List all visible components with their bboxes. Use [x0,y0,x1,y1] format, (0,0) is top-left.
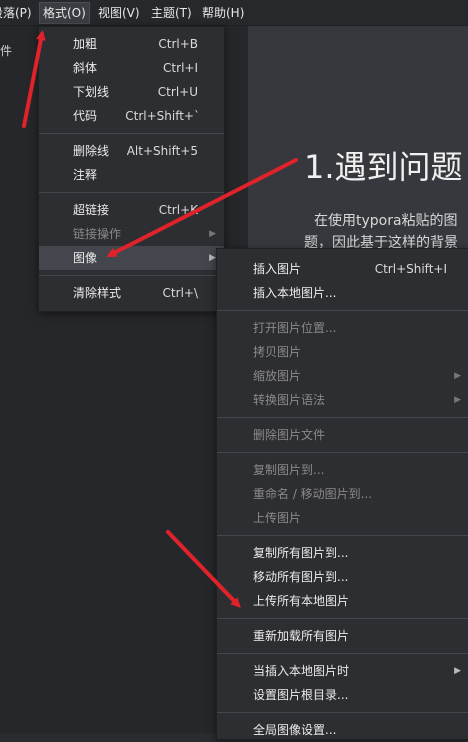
menu-item-delete-image-file[interactable]: 删除图片文件 [217,423,468,447]
menu-item-global-image-settings[interactable]: 全局图像设置... [217,718,468,742]
menu-item-label: 复制所有图片到... [253,546,349,560]
menu-item-insert-local-image[interactable]: 插入本地图片... [217,281,468,305]
menu-item-label: 图像 [73,251,98,265]
menu-paragraph[interactable]: 段落(P) [0,3,35,23]
document-heading: 1.遇到问题 [304,148,463,186]
menu-separator [217,452,468,453]
image-submenu: 插入图片 Ctrl+Shift+I 插入本地图片... 打开图片位置... 拷贝… [216,248,468,740]
menu-item-copy-all-images[interactable]: 复制所有图片到... [217,541,468,565]
menu-item-label: 注释 [73,168,98,182]
menu-item-label: 超链接 [73,203,110,217]
menu-item-shortcut: Ctrl+U [157,85,198,99]
menu-theme[interactable]: 主题(T) [148,3,195,23]
menu-item-label: 重新加载所有图片 [253,629,350,643]
menu-item-set-image-root[interactable]: 设置图片根目录... [217,683,468,707]
menu-item-label: 拷贝图片 [253,345,302,359]
menu-item-copy-image[interactable]: 拷贝图片 [217,340,468,364]
menu-item-label: 当插入本地图片时 [253,664,350,678]
menu-item-label: 缩放图片 [253,369,302,383]
menu-item-label: 上传图片 [253,511,302,525]
menu-item-open-image-location[interactable]: 打开图片位置... [217,316,468,340]
menu-item-label: 全局图像设置... [253,723,337,737]
menu-item-label: 上传所有本地图片 [253,594,350,608]
menu-item-reload-all-images[interactable]: 重新加载所有图片 [217,624,468,648]
menu-item-label: 链接操作 [73,227,122,241]
chevron-right-icon: ▶ [209,253,216,263]
menu-bar: 段落(P) 格式(O) 视图(V) 主题(T) 帮助(H) [0,0,468,26]
paragraph-line-1: 在使用typora粘贴的图 [314,213,458,229]
menu-item-convert-image-syntax[interactable]: 转换图片语法 ▶ [217,388,468,412]
menu-separator [217,618,468,619]
menu-help[interactable]: 帮助(H) [199,3,247,23]
menu-item-label: 删除图片文件 [253,428,326,442]
menu-separator [217,417,468,418]
menu-separator [217,310,468,311]
menu-item-label: 移动所有图片到... [253,570,349,584]
menu-item-comment[interactable]: 注释 [39,163,224,187]
menu-separator [39,133,224,134]
menu-item-code[interactable]: 代码 Ctrl+Shift+` [39,104,224,128]
menu-item-link-actions[interactable]: 链接操作 ▶ [39,222,224,246]
menu-item-hyperlink[interactable]: 超链接 Ctrl+K [39,198,224,222]
menu-separator [217,653,468,654]
menu-item-shortcut: Ctrl+Shift+I [374,262,447,276]
menu-item-label: 下划线 [73,85,110,99]
menu-item-rename-move-image[interactable]: 重命名 / 移动图片到... [217,482,468,506]
menu-item-shortcut: Ctrl+K [158,203,198,217]
menu-item-bold[interactable]: 加粗 Ctrl+B [39,32,224,56]
menu-item-upload-all-local-images[interactable]: 上传所有本地图片 [217,589,468,613]
menu-item-label: 设置图片根目录... [253,688,349,702]
menu-separator [217,535,468,536]
menu-item-label: 代码 [73,109,98,123]
menu-view[interactable]: 视图(V) [95,3,143,23]
menu-separator [217,712,468,713]
menu-item-copy-image-to[interactable]: 复制图片到... [217,458,468,482]
menu-item-label: 插入本地图片... [253,286,337,300]
menu-item-label: 打开图片位置... [253,321,337,335]
menu-item-label: 加粗 [73,37,98,51]
menu-item-label: 清除样式 [73,286,122,300]
menu-item-shortcut: Ctrl+Shift+` [125,109,200,123]
menu-item-label: 插入图片 [253,262,302,276]
menu-item-shortcut: Alt+Shift+5 [126,144,198,158]
menu-item-label: 复制图片到... [253,463,325,477]
menu-separator [39,275,224,276]
menu-item-label: 斜体 [73,61,98,75]
menu-item-when-insert-local-image[interactable]: 当插入本地图片时 ▶ [217,659,468,683]
menu-item-label: 删除线 [73,144,110,158]
chevron-right-icon: ▶ [454,395,461,405]
menu-item-move-all-images[interactable]: 移动所有图片到... [217,565,468,589]
sidebar-fragment[interactable]: 件 [0,42,12,59]
chevron-right-icon: ▶ [454,371,461,381]
menu-item-image[interactable]: 图像 ▶ [39,246,224,270]
menu-item-zoom-image[interactable]: 缩放图片 ▶ [217,364,468,388]
menu-item-shortcut: Ctrl+B [158,37,198,51]
menu-item-underline[interactable]: 下划线 Ctrl+U [39,80,224,104]
menu-separator [39,192,224,193]
menu-item-clear-format[interactable]: 清除样式 Ctrl+\ [39,281,224,305]
chevron-right-icon: ▶ [454,666,461,676]
menu-item-label: 重命名 / 移动图片到... [253,487,373,501]
menu-item-upload-image[interactable]: 上传图片 [217,506,468,530]
menu-item-label: 转换图片语法 [253,393,326,407]
chevron-right-icon: ▶ [209,229,216,239]
menu-format[interactable]: 格式(O) [39,2,90,24]
menu-item-italic[interactable]: 斜体 Ctrl+I [39,56,224,80]
menu-item-strikethrough[interactable]: 删除线 Alt+Shift+5 [39,139,224,163]
menu-item-shortcut: Ctrl+I [163,61,198,75]
menu-item-insert-image[interactable]: 插入图片 Ctrl+Shift+I [217,257,468,281]
format-menu: 加粗 Ctrl+B 斜体 Ctrl+I 下划线 Ctrl+U 代码 Ctrl+S… [38,26,225,312]
menu-item-shortcut: Ctrl+\ [162,286,198,300]
